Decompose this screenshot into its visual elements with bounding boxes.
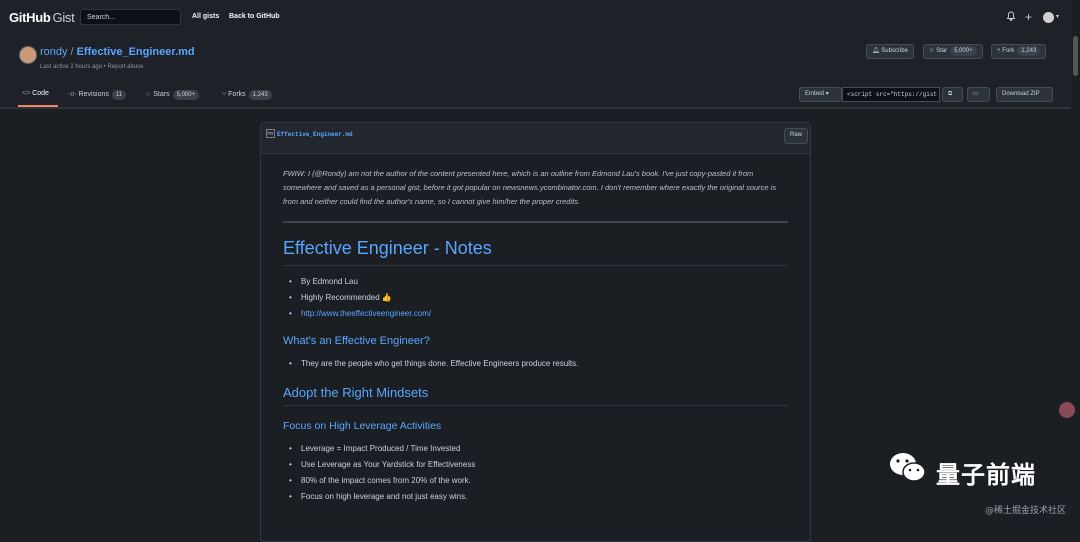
gist-title: rondy / Effective_Engineer.md (40, 46, 195, 58)
list-item: Use Leverage as Your Yardstick for Effec… (289, 460, 475, 469)
fork-label: Fork (1002, 48, 1015, 54)
wechat-logo-icon (890, 453, 926, 482)
star-button[interactable]: ☆ Star 5,000+ (923, 44, 983, 59)
heading-whats-effective-engineer: What's an Effective Engineer? (283, 335, 430, 347)
file-name-link[interactable]: Effective_Engineer.md (277, 131, 353, 138)
owner-avatar[interactable] (19, 46, 37, 64)
star-icon: ☆ (929, 48, 935, 54)
list-item: Highly Recommended 👍 (289, 293, 392, 302)
raw-button[interactable]: Raw (784, 128, 809, 144)
bell-icon: 🔔︎ (872, 48, 880, 54)
stars-counter: 5,000+ (172, 90, 200, 100)
tab-forks[interactable]: ⑂ Forks 1,243 (222, 90, 272, 100)
chevron-down-icon: ▾ (825, 91, 829, 97)
fork-counter: 1,243 (1017, 46, 1041, 56)
list-item: http://www.theeffectiveengineer.com/ (289, 309, 431, 318)
copy-button[interactable]: ⧉ (942, 87, 963, 102)
fork-button[interactable]: ⑂ Fork 1,243 (991, 44, 1047, 59)
desktop-icon: ▭ (973, 91, 979, 97)
logo-sub-text: Gist (52, 10, 75, 25)
watermark-title: 量子前端 (936, 461, 1036, 489)
tab-revisions[interactable]: -o- Revisions 11 (68, 90, 127, 100)
horizontal-rule (283, 221, 788, 223)
owner-link[interactable]: rondy (40, 46, 68, 58)
tab-code[interactable]: <> Code (22, 90, 49, 97)
watermark-subtitle: @稀土掘金技术社区 (985, 506, 1067, 516)
heading-adopt-right-mindsets: Adopt the Right Mindsets (283, 385, 429, 400)
tab-stars-label: Stars (153, 91, 170, 98)
download-zip-button[interactable]: Download ZIP (996, 87, 1053, 102)
list-item: Leverage = Impact Produced / Time Invest… (289, 444, 460, 453)
chevron-down-icon[interactable]: ▾ (1056, 13, 1059, 20)
list-item: By Edmond Lau (289, 277, 358, 286)
heading-underline (283, 405, 788, 406)
star-counter: 5,000+ (950, 46, 977, 56)
embed-label: Embed (805, 91, 825, 97)
copy-icon: ⧉ (948, 91, 953, 97)
floating-assistant-icon[interactable] (1059, 402, 1075, 418)
bell-icon[interactable] (1006, 11, 1016, 24)
list-item: They are the people who get things done.… (289, 359, 578, 368)
subscribe-label: Subscribe (881, 48, 908, 54)
back-to-github-link[interactable]: Back to GitHub (229, 13, 280, 20)
user-avatar[interactable] (1043, 12, 1054, 23)
file-header: Effective_Engineer.md Raw (261, 123, 810, 154)
effective-engineer-link[interactable]: http://www.theeffectiveengineer.com/ (301, 309, 431, 318)
file-icon (266, 129, 275, 140)
gist-meta: Last active 2 hours ago • Report abuse (40, 64, 144, 70)
tab-revisions-label: Revisions (78, 91, 109, 98)
fork-icon: ⑂ (222, 91, 227, 98)
revisions-icon: -o- (68, 91, 77, 98)
star-icon: ☆ (145, 91, 152, 98)
star-label: Star (936, 48, 948, 54)
gist-filename-link[interactable]: Effective_Engineer.md (77, 46, 195, 58)
code-icon: <> (22, 90, 31, 97)
heading-effective-engineer-notes: Effective Engineer - Notes (283, 238, 492, 258)
embed-code-field[interactable]: <script src="https://gist (842, 87, 940, 102)
open-desktop-button[interactable]: ▭ (967, 87, 990, 102)
all-gists-link[interactable]: All gists (192, 13, 219, 20)
tab-forks-label: Forks (228, 91, 246, 98)
tab-stars[interactable]: ☆ Stars 5,000+ (145, 90, 200, 100)
revisions-counter: 11 (111, 90, 127, 100)
tab-code-label: Code (32, 90, 49, 97)
list-item: Focus on high leverage and not just easy… (289, 492, 467, 501)
heading-focus-high-leverage: Focus on High Leverage Activities (283, 420, 442, 432)
tabs-divider (0, 107, 1071, 108)
subscribe-button[interactable]: 🔔︎ Subscribe (866, 44, 914, 59)
scrollbar-track[interactable] (1071, 0, 1080, 519)
plus-icon[interactable]: + (1025, 10, 1032, 24)
scrollbar-thumb[interactable] (1073, 36, 1078, 76)
search-input[interactable] (80, 9, 181, 25)
fork-icon: ⑂ (997, 48, 1001, 54)
forks-counter: 1,243 (248, 90, 272, 100)
title-separator: / (70, 46, 74, 58)
logo-text: GitHub (9, 10, 51, 25)
intro-paragraph: FWIW: I (@Rondy) am not the author of th… (283, 169, 777, 206)
embed-dropdown[interactable]: Embed ▾ (799, 87, 842, 102)
github-gist-logo[interactable]: GitHub Gist (9, 10, 75, 25)
list-item: 80% of the impact comes from 20% of the … (289, 476, 471, 485)
heading-underline (283, 265, 788, 266)
